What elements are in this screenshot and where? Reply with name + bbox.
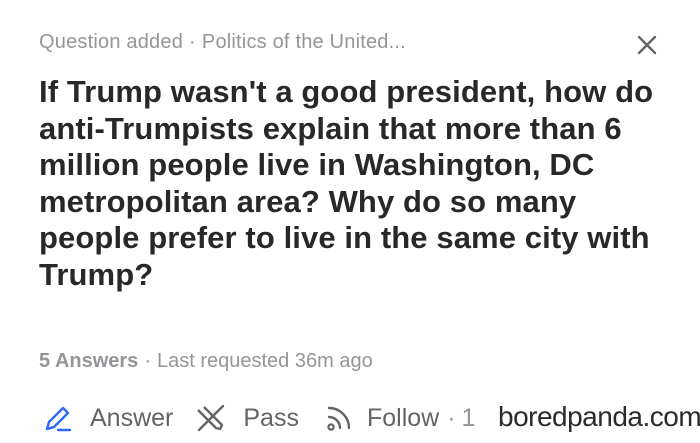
pass-button[interactable]: Pass — [195, 402, 299, 434]
question-meta: 5 Answers · Last requested 36m ago — [39, 350, 373, 373]
close-icon[interactable] — [636, 34, 658, 56]
question-header: Question added · Politics of the United... — [39, 31, 406, 54]
question-status: Question added — [39, 31, 184, 53]
follow-label: Follow — [366, 403, 440, 432]
pass-label: Pass — [243, 403, 299, 432]
question-card: Question added · Politics of the United...… — [0, 0, 700, 443]
topic-link[interactable]: Politics of the United... — [202, 31, 406, 53]
wifi-icon — [327, 406, 351, 431]
meta-separator: · — [144, 350, 151, 372]
answer-label: Answer — [90, 403, 174, 432]
action-bar: Answer Pass Follow · 1 — [42, 400, 475, 436]
follow-button[interactable]: Follow · 1 — [323, 402, 475, 434]
follow-count: · 1 — [447, 404, 475, 433]
pencil-icon — [45, 406, 72, 432]
last-requested: Last requested 36m ago — [156, 350, 373, 372]
follow-count-value: 1 — [461, 403, 476, 432]
answer-button[interactable]: Answer — [42, 402, 173, 434]
question-title[interactable]: If Trump wasn't a good president, how do… — [39, 74, 669, 293]
follow-separator: · — [447, 403, 456, 432]
answers-count[interactable]: 5 Answers — [39, 350, 138, 372]
watermark: boredpanda.com — [498, 401, 700, 432]
pass-icon — [197, 404, 225, 432]
header-separator: · — [189, 31, 196, 53]
